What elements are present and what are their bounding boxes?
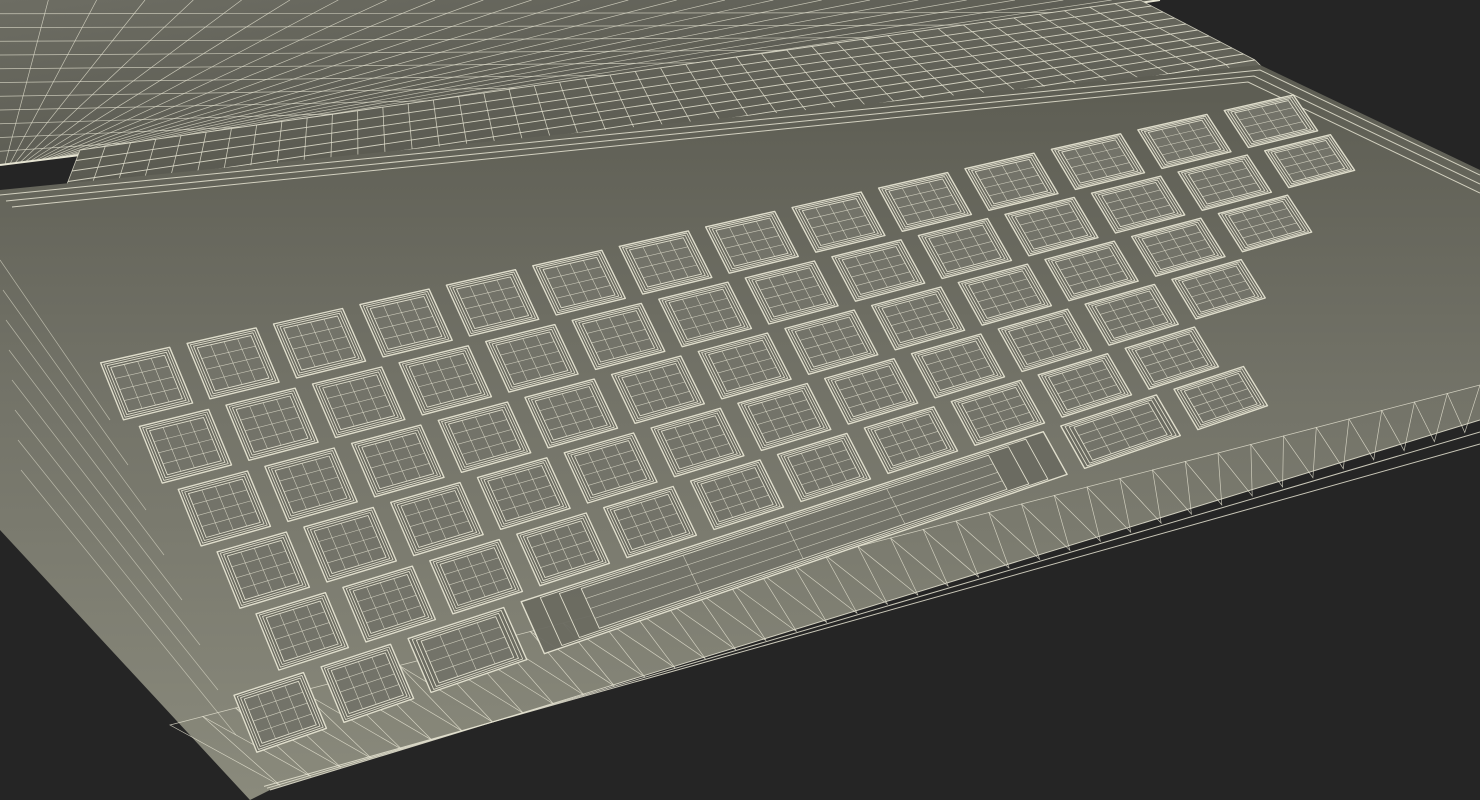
wireframe-render [0,0,1480,800]
